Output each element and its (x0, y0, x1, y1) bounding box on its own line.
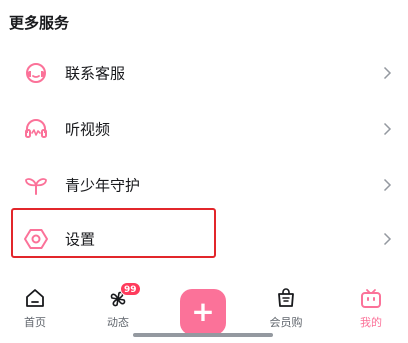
pinwheel-icon: 99 (105, 282, 141, 311)
tab-vip-shop-label: 会员购 (269, 316, 303, 329)
tab-dynamics-label: 动态 (107, 316, 129, 329)
section-title: 更多服务 (9, 14, 70, 32)
home-indicator-bar (133, 333, 273, 337)
settings-highlight-box (11, 208, 216, 258)
sprout-icon (23, 172, 49, 198)
headphones-icon (23, 116, 49, 142)
home-icon (22, 287, 48, 311)
menu-item-label: 联系客服 (65, 64, 126, 83)
shopping-bag-icon (273, 287, 299, 311)
menu-item-youth-protection[interactable]: 青少年守护 (0, 157, 408, 213)
plus-icon: + (191, 295, 215, 328)
chevron-right-icon (383, 66, 392, 80)
publish-plus-button[interactable]: + (180, 289, 226, 335)
chevron-right-icon (383, 122, 392, 136)
tab-home[interactable]: 首页 (5, 280, 65, 340)
tab-home-label: 首页 (24, 316, 46, 329)
headset-icon (23, 60, 49, 86)
tab-mine-label: 我的 (360, 316, 382, 329)
tab-vip-shop[interactable]: 会员购 (256, 280, 316, 340)
tv-icon (358, 287, 384, 311)
chevron-right-icon (383, 232, 392, 246)
menu-item-label: 青少年守护 (65, 176, 141, 195)
menu-item-customer-service[interactable]: 联系客服 (0, 45, 408, 101)
menu-item-listen-video[interactable]: 听视频 (0, 101, 408, 157)
menu-item-label: 听视频 (65, 120, 111, 139)
notification-badge: 99 (120, 282, 141, 296)
chevron-right-icon (383, 178, 392, 192)
tab-mine[interactable]: 我的 (341, 280, 401, 340)
tab-dynamics[interactable]: 99 动态 (88, 280, 148, 340)
